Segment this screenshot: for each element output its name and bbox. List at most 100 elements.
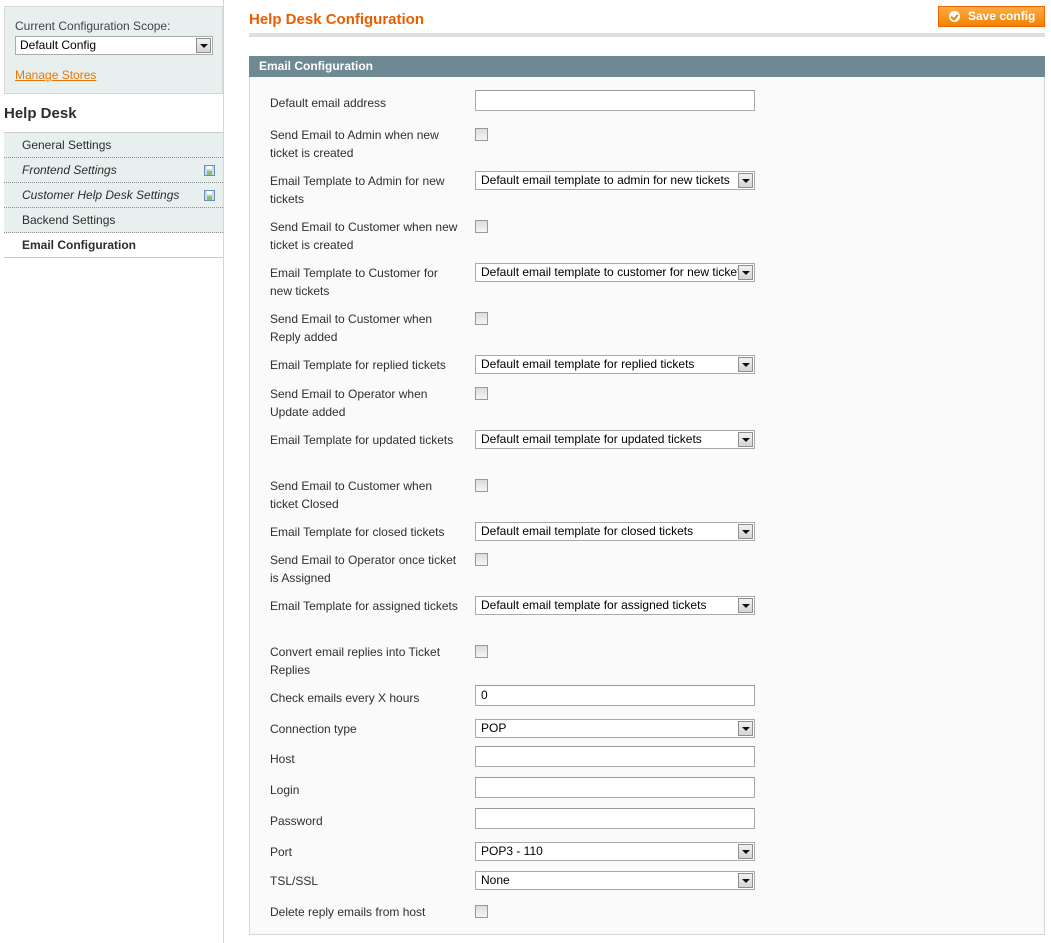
field-label: Email Template for closed tickets [270, 525, 445, 539]
field-label: Login [270, 783, 300, 797]
chevron-down-icon[interactable] [738, 873, 753, 888]
convert-email-replies-into-ticket-replies-checkbox[interactable] [475, 645, 488, 658]
host-input[interactable] [475, 746, 755, 767]
select-value: Default email template for updated ticke… [481, 432, 702, 446]
field-label: Delete reply emails from host [270, 905, 426, 919]
scope-select[interactable]: Default Config [15, 36, 213, 55]
tsl-ssl-select[interactable]: None [475, 871, 755, 890]
page-title: Help Desk Configuration [249, 11, 425, 28]
field-label: Convert email replies into Ticket Replie… [270, 645, 441, 677]
field-control: Default email template for updated ticke… [475, 430, 755, 449]
select-value: Default email template for replied ticke… [481, 357, 695, 371]
check-circle-icon [949, 11, 960, 22]
field-label: Send Email to Operator once ticket is As… [270, 553, 457, 585]
email-configuration-section: Email Configuration Default email addres… [249, 56, 1045, 935]
email-template-for-assigned-tickets-select[interactable]: Default email template for assigned tick… [475, 596, 755, 615]
field-label: Send Email to Admin when new ticket is c… [270, 128, 439, 160]
send-email-to-operator-once-ticket-is-assigned-checkbox[interactable] [475, 553, 488, 566]
field-label: Check emails every X hours [270, 691, 420, 705]
save-config-button[interactable]: Save config [938, 6, 1045, 27]
scope-label: Current Configuration Scope: [15, 19, 171, 33]
password-input[interactable] [475, 808, 755, 829]
field-control [475, 777, 755, 798]
sidebar-item-label: General Settings [22, 138, 112, 152]
field-label: Password [270, 814, 323, 828]
select-value: Default email template to customer for n… [481, 265, 739, 279]
field-control [475, 218, 488, 233]
chevron-down-icon[interactable] [738, 721, 753, 736]
save-config-label: Save config [968, 9, 1036, 23]
field-label: Send Email to Operator when Update added [270, 387, 428, 419]
select-value: Default email template for closed ticket… [481, 524, 694, 538]
field-label: Send Email to Customer when new ticket i… [270, 220, 458, 252]
field-label: Send Email to Customer when ticket Close… [270, 479, 433, 511]
send-email-to-customer-when-reply-added-checkbox[interactable] [475, 312, 488, 325]
port-select[interactable]: POP3 - 110 [475, 842, 755, 861]
sidebar-item-general-settings[interactable]: General Settings [4, 133, 223, 158]
sidebar-item-label: Frontend Settings [22, 163, 117, 177]
chevron-down-icon[interactable] [738, 432, 753, 447]
send-email-to-operator-when-update-added-checkbox[interactable] [475, 387, 488, 400]
send-email-to-customer-when-ticket-closed-checkbox[interactable] [475, 479, 488, 492]
field-control [475, 126, 488, 141]
field-label: Email Template to Admin for new tickets [270, 174, 445, 206]
field-label: Connection type [270, 722, 357, 736]
field-control [475, 643, 488, 658]
field-label: Default email address [270, 96, 387, 110]
sidebar-item-label: Customer Help Desk Settings [22, 188, 180, 202]
field-label: Email Template for replied tickets [270, 358, 446, 372]
email-template-for-replied-tickets-select[interactable]: Default email template for replied ticke… [475, 355, 755, 374]
sidebar-title: Help Desk [4, 105, 77, 122]
field-control: Default email template to admin for new … [475, 171, 755, 190]
chevron-down-icon[interactable] [738, 844, 753, 859]
email-template-for-closed-tickets-select[interactable]: Default email template for closed ticket… [475, 522, 755, 541]
manage-stores-link[interactable]: Manage Stores [15, 68, 96, 82]
chevron-down-icon[interactable] [738, 357, 753, 372]
sidebar-item-customer-help-desk-settings[interactable]: Customer Help Desk Settings [4, 183, 223, 208]
delete-reply-emails-from-host-checkbox[interactable] [475, 905, 488, 918]
sidebar: Current Configuration Scope: Default Con… [0, 0, 224, 943]
chevron-down-icon[interactable] [738, 524, 753, 539]
save-icon [204, 165, 215, 176]
field-control: Default email template for replied ticke… [475, 355, 755, 374]
chevron-down-icon[interactable] [196, 38, 211, 53]
field-label: Email Template to Customer for new ticke… [270, 266, 438, 298]
email-template-to-admin-for-new-tickets-select[interactable]: Default email template to admin for new … [475, 171, 755, 190]
chevron-down-icon[interactable] [738, 598, 753, 613]
section-header[interactable]: Email Configuration [249, 56, 1045, 77]
field-label: Host [270, 752, 295, 766]
field-control [475, 808, 755, 829]
scope-switcher: Current Configuration Scope: Default Con… [4, 6, 223, 94]
check-emails-every-x-hours-input[interactable]: 0 [475, 685, 755, 706]
chevron-down-icon[interactable] [738, 265, 753, 280]
field-control: POP3 - 110 [475, 842, 755, 861]
save-icon [204, 190, 215, 201]
select-value: None [481, 873, 510, 887]
sidebar-item-frontend-settings[interactable]: Frontend Settings [4, 158, 223, 183]
default-email-address-input[interactable] [475, 90, 755, 111]
scope-select-value: Default Config [20, 38, 97, 52]
field-control: Default email template to customer for n… [475, 263, 755, 282]
field-control [475, 551, 488, 566]
sidebar-nav: General Settings Frontend Settings Custo… [4, 132, 223, 258]
field-control [475, 310, 488, 325]
field-label: Send Email to Customer when Reply added [270, 312, 433, 344]
field-control [475, 477, 488, 492]
field-control: POP [475, 719, 755, 738]
field-control: 0 [475, 685, 755, 706]
send-email-to-customer-when-new-ticket-is-created-checkbox[interactable] [475, 220, 488, 233]
field-label: Email Template for updated tickets [270, 433, 454, 447]
connection-type-select[interactable]: POP [475, 719, 755, 738]
send-email-to-admin-when-new-ticket-is-created-checkbox[interactable] [475, 128, 488, 141]
sidebar-item-backend-settings[interactable]: Backend Settings [4, 208, 223, 233]
select-value: Default email template for assigned tick… [481, 598, 707, 612]
field-control [475, 385, 488, 400]
login-input[interactable] [475, 777, 755, 798]
chevron-down-icon[interactable] [738, 173, 753, 188]
email-template-to-customer-for-new-tickets-select[interactable]: Default email template to customer for n… [475, 263, 755, 282]
field-label: Port [270, 845, 293, 859]
field-control [475, 746, 755, 767]
email-template-for-updated-tickets-select[interactable]: Default email template for updated ticke… [475, 430, 755, 449]
sidebar-item-email-configuration[interactable]: Email Configuration [4, 233, 223, 258]
field-control: None [475, 871, 755, 890]
